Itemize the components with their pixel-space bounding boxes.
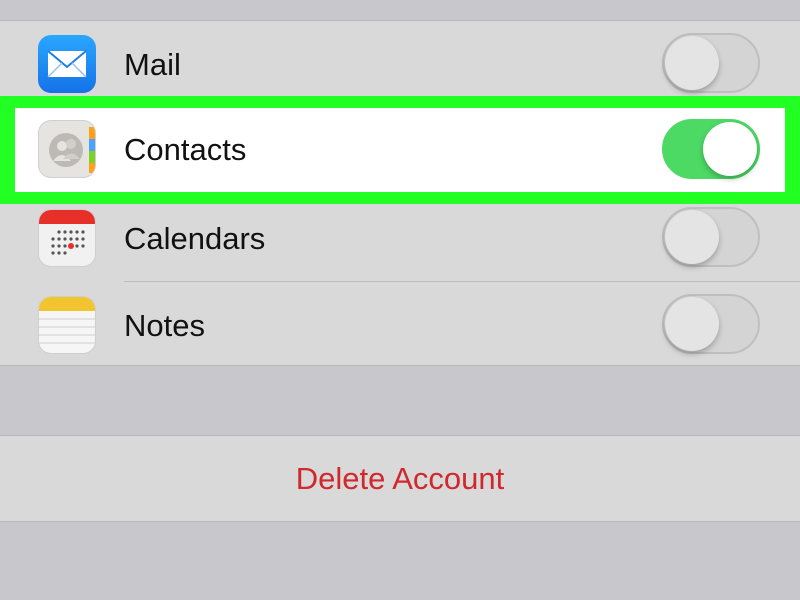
row-notes[interactable]: Notes — [0, 282, 800, 369]
contacts-icon — [38, 120, 96, 178]
toggle-knob — [703, 122, 757, 176]
row-calendars[interactable]: Calendars — [0, 195, 800, 282]
toggle-knob — [665, 36, 719, 90]
row-label-notes: Notes — [124, 308, 205, 343]
row-contacts[interactable]: Contacts — [15, 108, 785, 192]
highlight-frame: Contacts — [0, 96, 800, 204]
row-label-mail: Mail — [124, 47, 181, 82]
mail-toggle[interactable] — [662, 33, 760, 93]
row-label-contacts: Contacts — [124, 132, 247, 167]
delete-account-button[interactable]: Delete Account — [0, 436, 800, 521]
row-mail[interactable]: Mail — [0, 21, 800, 108]
toggle-knob — [665, 297, 719, 351]
calendar-icon — [38, 209, 96, 267]
toggle-knob — [665, 210, 719, 264]
row-label-calendars: Calendars — [124, 221, 266, 256]
notes-toggle[interactable] — [662, 294, 760, 354]
delete-account-group: Delete Account — [0, 435, 800, 522]
mail-icon — [38, 35, 96, 93]
top-background — [0, 0, 800, 20]
notes-icon — [38, 296, 96, 354]
calendars-toggle[interactable] — [662, 207, 760, 267]
contacts-toggle[interactable] — [662, 119, 760, 179]
